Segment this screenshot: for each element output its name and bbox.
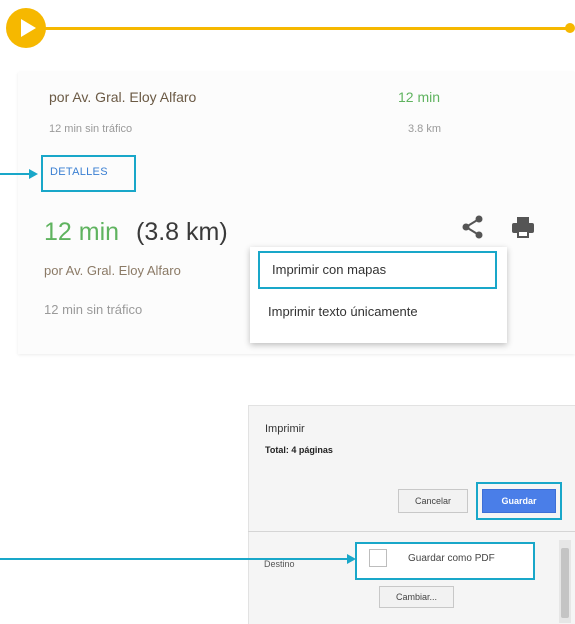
callout-arrow-details <box>0 173 30 175</box>
detail-traffic-note: 12 min sin tráfico <box>44 302 143 317</box>
play-triangle-icon <box>21 19 36 37</box>
pdf-file-icon <box>369 549 387 567</box>
route-time: 12 min <box>398 89 441 105</box>
change-destination-button[interactable]: Cambiar... <box>379 586 454 608</box>
cancel-button[interactable]: Cancelar <box>398 489 468 513</box>
save-button[interactable]: Guardar <box>482 489 556 513</box>
menu-item-print-text-only[interactable]: Imprimir texto únicamente <box>268 304 418 319</box>
timeline-end-dot <box>565 23 575 33</box>
destination-value: Guardar como PDF <box>408 553 495 564</box>
callout-arrow-destination <box>0 558 349 560</box>
dialog-page-total: Total: 4 páginas <box>265 445 333 455</box>
callout-arrowhead-details <box>29 169 38 179</box>
dialog-divider <box>248 531 575 532</box>
dialog-scrollbar-thumb[interactable] <box>561 548 569 618</box>
route-via-label: por Av. Gral. Eloy Alfaro <box>49 89 197 105</box>
route-traffic-note: 12 min sin tráfico <box>49 123 133 135</box>
play-icon[interactable] <box>6 8 46 48</box>
detail-distance: (3.8 km) <box>136 218 228 246</box>
dialog-title: Imprimir <box>265 423 305 435</box>
detail-via-label: por Av. Gral. Eloy Alfaro <box>44 263 181 278</box>
route-distance: 3.8 km <box>408 123 442 135</box>
print-icon[interactable] <box>510 216 536 245</box>
destination-label: Destino <box>264 559 295 569</box>
menu-item-print-with-maps[interactable]: Imprimir con mapas <box>272 262 386 277</box>
share-icon[interactable] <box>459 214 485 245</box>
timeline-line <box>40 27 570 30</box>
detail-time: 12 min <box>44 218 120 246</box>
details-link[interactable]: DETALLES <box>50 166 108 178</box>
